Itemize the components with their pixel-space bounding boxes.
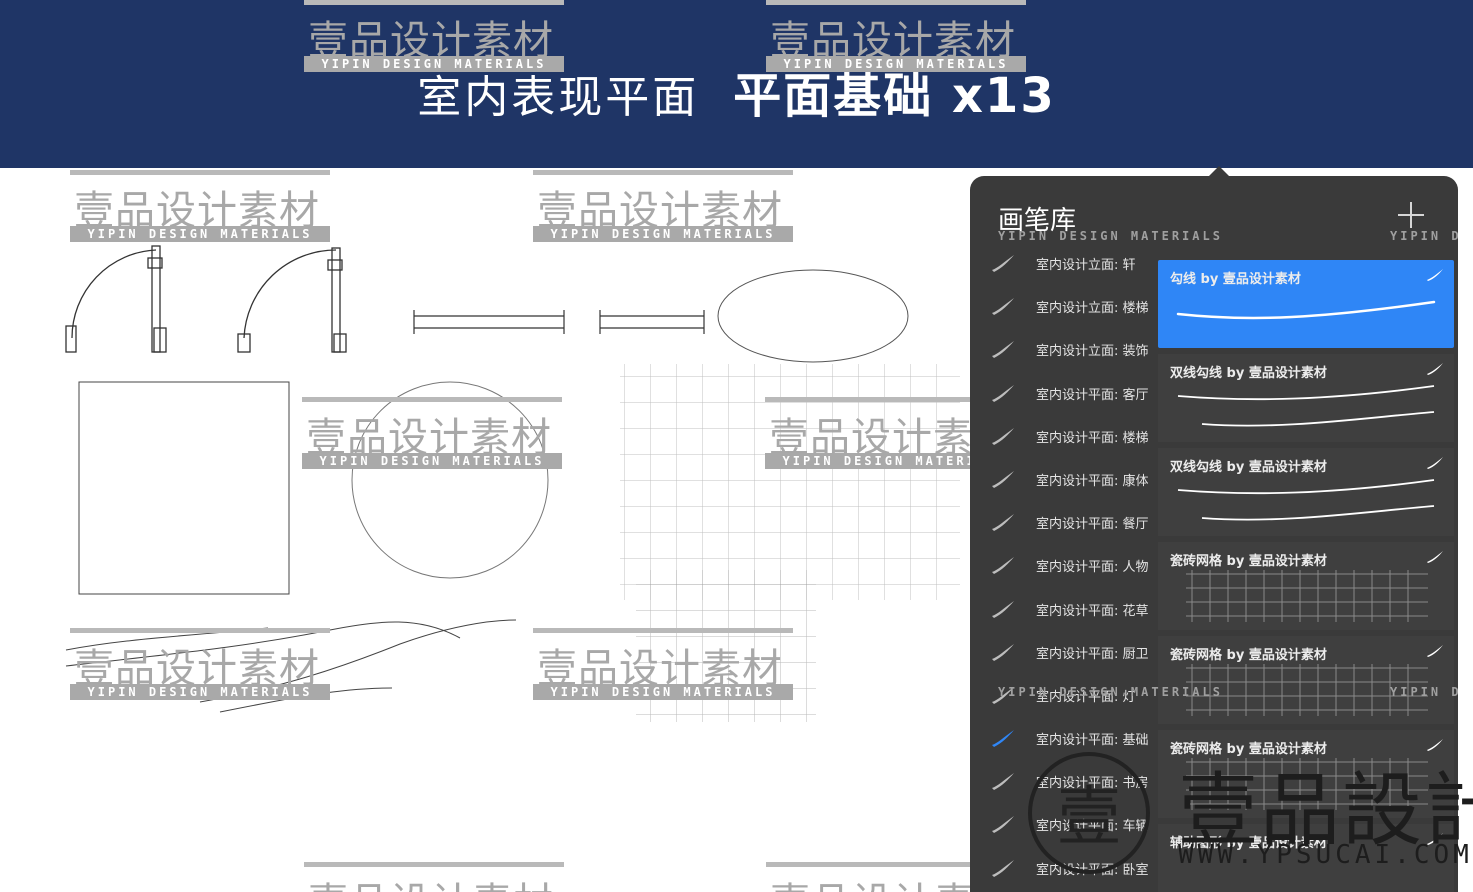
brush-set-item[interactable]: 室内设计平面: 花草: [970, 588, 1158, 631]
brush-set-label: 室内设计平面: 客厅: [1036, 387, 1149, 403]
brush-stroke-preview: [1186, 758, 1428, 810]
brush-set-item[interactable]: 室内设计平面: 人物: [970, 544, 1158, 587]
brush-set-label: 室内设计平面: 基础: [1036, 733, 1149, 749]
brush-stroke-icon: [1427, 833, 1443, 845]
brush-set-label: 室内设计立面: 楼梯: [1036, 301, 1149, 317]
brush-set-item[interactable]: 室内设计平面: 灯: [970, 674, 1158, 717]
banner-title-light: 室内表现平面: [417, 72, 700, 123]
brush-stroke-icon: [1427, 363, 1443, 375]
brush-stroke-icon: [1427, 457, 1443, 469]
brush-set-label: 室内设计平面: 卧室: [1036, 862, 1149, 878]
brush-set-label: 室内设计平面: 康体: [1036, 473, 1149, 489]
brush-item[interactable]: 双线勾线 by 壹品设计素材: [1158, 448, 1454, 536]
brush-stroke-icon: [1427, 739, 1443, 751]
brush-stroke-icon: [992, 514, 1014, 532]
brush-set-item[interactable]: 室内设计平面: 车辆: [970, 803, 1158, 846]
brush-stroke-preview: [1172, 848, 1442, 892]
brush-item[interactable]: 瓷砖网格 by 壹品设计素材: [1158, 730, 1454, 818]
brush-stroke-icon: [992, 816, 1014, 834]
brush-library-panel: 画笔库 室内设计立面: 轩室内设计立面: 楼梯 室内设计立面: 装饰 室内设计平面:…: [970, 176, 1458, 892]
brush-set-label: 室内设计平面: 灯: [1036, 689, 1136, 705]
brush-set-label: 室内设计平面: 花草: [1036, 603, 1149, 619]
brush-set-item[interactable]: 室内设计平面: 卧室: [970, 847, 1158, 890]
brush-samples: [65, 245, 960, 722]
brush-stroke-preview: [1186, 664, 1428, 716]
brush-stroke-icon: [1427, 551, 1443, 563]
wavy-line-shape: [65, 619, 517, 713]
brush-set-label: 室内设计平面: 车辆: [1036, 819, 1149, 835]
brush-set-item[interactable]: 室内设计平面: 书房: [970, 760, 1158, 803]
tile-grid-shape: [636, 570, 816, 722]
brush-set-item[interactable]: 室内设计平面: 厨卫: [970, 631, 1158, 674]
brush-stroke-preview: [1186, 570, 1428, 622]
brush-stroke-icon: [992, 600, 1014, 618]
ellipse-shape: [717, 269, 909, 363]
brush-set-item[interactable]: 室内设计平面: 餐厅: [970, 501, 1158, 544]
banner-title: 室内表现平面 平面基础 x13: [0, 56, 1473, 126]
brush-stroke-icon: [992, 470, 1014, 488]
brush-set-item[interactable]: 室内设计立面: 轩: [970, 242, 1158, 285]
brush-stroke-icon: [1427, 645, 1443, 657]
brush-set-item[interactable]: 室内设计平面: 康体: [970, 458, 1158, 501]
brush-stroke-icon: [992, 298, 1014, 316]
brush-stroke-icon: [992, 255, 1014, 272]
brush-library-title: 画笔库: [998, 206, 1077, 236]
brush-set-item[interactable]: 室内设计立面: 楼梯: [970, 285, 1158, 328]
brush-stroke-icon: [992, 773, 1014, 791]
brush-set-label: 室内设计立面: 装饰: [1036, 344, 1149, 360]
brush-list: 勾线 by 壹品设计素材 双线勾线 by 壹品设计素材 双线勾线 by 壹品设计素材…: [1158, 260, 1454, 892]
banner-header: 室内表现平面 平面基础 x13: [0, 0, 1473, 168]
brush-set-label: 室内设计平面: 楼梯: [1036, 430, 1149, 446]
door-swing-shape: [65, 245, 167, 353]
brush-stroke-icon: [992, 643, 1014, 661]
double-line-shape: [599, 310, 705, 334]
brush-item[interactable]: 辅助图形 by 壹品设计素材: [1158, 824, 1454, 892]
brush-set-label: 室内设计立面: 轩: [1036, 258, 1136, 273]
brush-set-label: 室内设计平面: 餐厅: [1036, 517, 1149, 533]
brush-stroke-icon: [1427, 269, 1443, 281]
circle-shape: [351, 381, 549, 579]
brush-stroke-icon: [992, 557, 1014, 575]
brush-stroke-icon: [992, 686, 1014, 704]
square-shape: [78, 381, 290, 595]
brush-set-label: 室内设计平面: 书房: [1036, 776, 1149, 792]
brush-stroke-icon: [992, 384, 1014, 402]
tile-grid-shape: [620, 364, 960, 600]
brush-set-list: 室内设计立面: 轩室内设计立面: 楼梯 室内设计立面: 装饰 室内设计平面: 客厅室…: [970, 242, 1158, 890]
brush-set-item[interactable]: 室内设计立面: 装饰: [970, 328, 1158, 371]
brush-set-item[interactable]: 室内设计平面: 楼梯: [970, 415, 1158, 458]
double-line-shape: [413, 310, 565, 334]
brush-set-label: 室内设计平面: 厨卫: [1036, 646, 1149, 662]
brush-stroke-icon: [992, 427, 1014, 445]
brush-stroke-icon: [992, 859, 1014, 877]
brush-stroke-preview: [1176, 300, 1436, 320]
add-brush-set-button[interactable]: [1396, 200, 1426, 230]
brush-stroke-preview: [1177, 479, 1435, 521]
brush-set-item[interactable]: 室内设计平面: 基础: [970, 717, 1158, 760]
brush-item[interactable]: 瓷砖网格 by 壹品设计素材: [1158, 542, 1454, 630]
brush-item[interactable]: 双线勾线 by 壹品设计素材: [1158, 354, 1454, 442]
banner-title-bold: 平面基础 x13: [733, 68, 1056, 124]
brush-stroke-icon: [992, 730, 1014, 748]
brush-stroke-icon: [992, 341, 1014, 359]
brush-set-item[interactable]: 室内设计平面: 客厅: [970, 372, 1158, 415]
door-swing-shape: [237, 247, 347, 353]
brush-item[interactable]: 勾线 by 壹品设计素材: [1158, 260, 1454, 348]
brush-set-label: 室内设计平面: 人物: [1036, 560, 1149, 576]
drawing-canvas[interactable]: [0, 168, 970, 892]
watermark-en: YIPIN D: [1390, 229, 1458, 243]
brush-stroke-preview: [1177, 385, 1435, 427]
brush-item[interactable]: 瓷砖网格 by 壹品设计素材: [1158, 636, 1454, 724]
